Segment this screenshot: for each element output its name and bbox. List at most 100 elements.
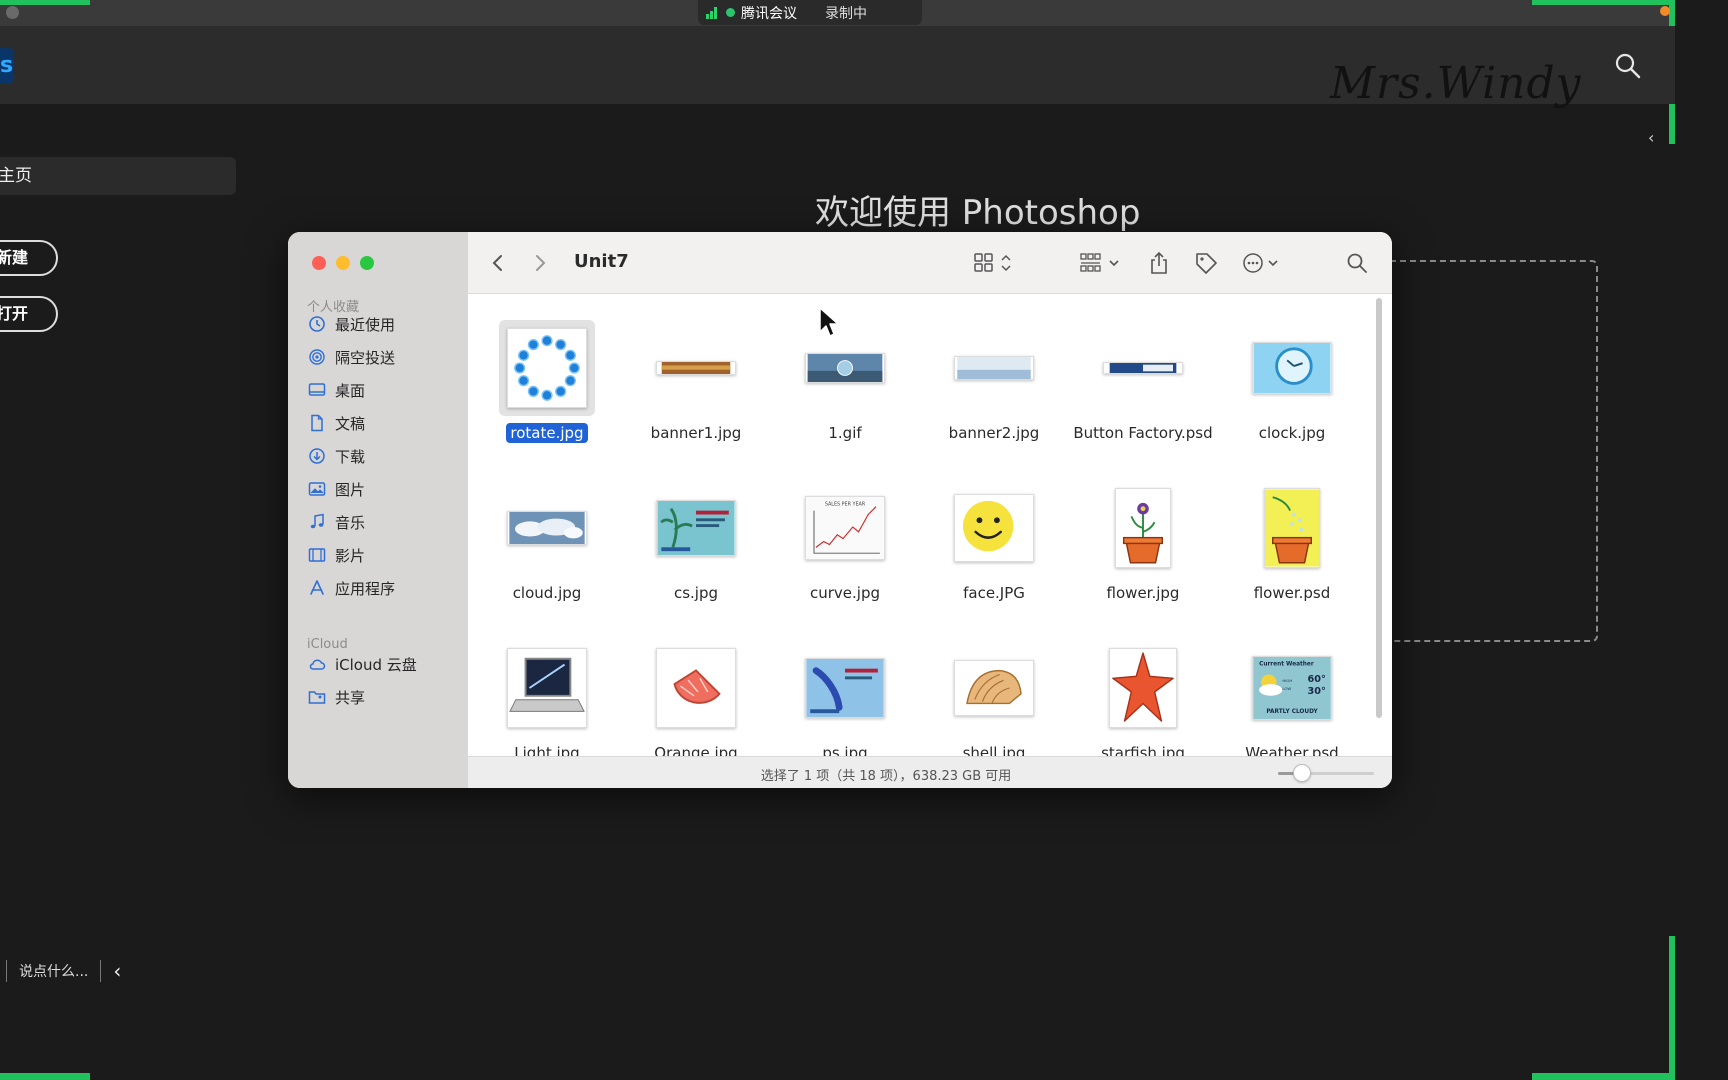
vertical-scrollbar[interactable]: [1376, 298, 1382, 718]
logo-letter: s: [0, 53, 14, 78]
chevron-left-icon[interactable]: ‹: [1648, 128, 1654, 147]
recording-border-top-left: [0, 0, 90, 5]
file-item[interactable]: Light.jpg: [472, 640, 622, 756]
file-item[interactable]: flower.jpg: [1068, 480, 1218, 630]
sidebar-item-desktop[interactable]: 桌面: [308, 378, 365, 402]
file-item[interactable]: banner1.jpg: [621, 320, 771, 470]
sidebar-item-movies[interactable]: 影片: [308, 543, 365, 567]
sidebar-item-label: 隔空投送: [335, 348, 396, 367]
shell-icon: [954, 660, 1034, 716]
tag-button[interactable]: [1194, 250, 1218, 276]
sidebar-item-label: 桌面: [335, 381, 366, 400]
folder-title: Unit7: [574, 251, 629, 272]
flower-pot-icon: [1264, 488, 1320, 568]
finder-window: 个人收藏 最近使用 隔空投送 桌面 文稿 下载 图片 音乐 影片 应用程序 iC…: [288, 232, 1392, 788]
desktop-icon: [308, 383, 326, 396]
airdrop-icon: [309, 349, 325, 365]
finder-search-button[interactable]: [1346, 250, 1368, 276]
file-item[interactable]: Current Weather HIGH LOW 60° 30° PARTLY CLOUD…: [1217, 640, 1367, 756]
sidebar-item-pictures[interactable]: 图片: [308, 477, 365, 501]
sidebar-item-music[interactable]: 音乐: [308, 510, 365, 534]
weather-high-text: 60°: [1308, 674, 1326, 685]
sidebar-item-home[interactable]: 主页: [0, 157, 236, 195]
mouse-pointer-icon: [819, 307, 839, 337]
forward-button[interactable]: [532, 250, 548, 276]
ps-thumbnail-icon: [805, 658, 885, 718]
file-item[interactable]: 1.gif: [770, 320, 920, 470]
close-window-button[interactable]: [312, 256, 326, 270]
file-item[interactable]: cs.jpg: [621, 480, 771, 630]
sidebar-item-icloud-drive[interactable]: iCloud 云盘: [308, 652, 417, 676]
meeting-status-pill[interactable]: 腾讯会议 录制中: [698, 0, 922, 25]
cloud-icon: [309, 659, 326, 670]
weather-high-label: HIGH: [1282, 678, 1292, 683]
sidebar-item-downloads[interactable]: 下载: [308, 444, 365, 468]
sidebar-item-documents[interactable]: 文稿: [308, 411, 365, 435]
recording-orange-dot: [1660, 6, 1670, 16]
file-item[interactable]: flower.psd: [1217, 480, 1367, 630]
file-name: clock.jpg: [1258, 424, 1326, 442]
file-item[interactable]: banner2.jpg: [919, 320, 1069, 470]
chat-placeholder[interactable]: 说点什么...: [19, 961, 88, 981]
banner-thumbnail-icon: [656, 361, 736, 375]
new-button[interactable]: 新建: [0, 240, 58, 276]
file-thumbnail: [1095, 320, 1191, 416]
tag-icon: [1196, 253, 1217, 274]
open-button-label: 打开: [0, 304, 28, 323]
file-item[interactable]: face.JPG: [919, 480, 1069, 630]
file-thumbnail: Current Weather HIGH LOW 60° 30° PARTLY CLOUD…: [1244, 640, 1340, 736]
shared-folder-icon: [308, 691, 326, 704]
green-status-dot-icon: [726, 8, 735, 17]
file-name: curve.jpg: [809, 584, 880, 602]
sidebar-item-applications[interactable]: 应用程序: [308, 576, 395, 600]
file-thumbnail: [946, 480, 1042, 576]
search-icon[interactable]: [1614, 52, 1642, 80]
chat-input-bar[interactable]: 说点什么... ‹: [0, 956, 121, 986]
file-drop-zone[interactable]: [1380, 260, 1598, 642]
new-button-label: 新建: [0, 248, 28, 267]
sidebar-item-recents[interactable]: 最近使用: [308, 312, 395, 336]
file-item[interactable]: shell.jpg: [919, 640, 1069, 756]
more-actions-button[interactable]: [1242, 250, 1282, 276]
file-name: banner2.jpg: [948, 424, 1040, 442]
sidebar-item-shared[interactable]: 共享: [308, 685, 365, 709]
file-name: shell.jpg: [962, 744, 1026, 756]
sidebar-item-label: 影片: [335, 546, 366, 565]
file-name: ps.jpg: [822, 744, 868, 756]
icloud-heading: iCloud: [307, 637, 348, 652]
file-name: Light.jpg: [514, 744, 580, 756]
sidebar-item-label: 下载: [335, 447, 366, 466]
file-item[interactable]: SALES PER YEAR curve.jpg: [770, 480, 920, 630]
open-button[interactable]: 打开: [0, 296, 58, 332]
home-label: 主页: [0, 166, 32, 186]
group-button[interactable]: [1080, 250, 1124, 276]
file-name: cs.jpg: [673, 584, 719, 602]
file-item[interactable]: Orange.jpg: [621, 640, 771, 756]
file-item[interactable]: starfish.jpg: [1068, 640, 1218, 756]
minimize-window-button[interactable]: [336, 256, 350, 270]
file-item[interactable]: clock.jpg: [1217, 320, 1367, 470]
file-name: flower.psd: [1253, 584, 1331, 602]
file-name: rotate.jpg: [472, 423, 622, 443]
file-thumbnail: [499, 320, 595, 416]
view-mode-button[interactable]: [974, 250, 1014, 276]
music-icon: [310, 513, 324, 529]
meeting-app-name: 腾讯会议: [741, 5, 797, 22]
file-item[interactable]: Button Factory.psd: [1068, 320, 1218, 470]
back-button[interactable]: [490, 250, 506, 276]
file-item[interactable]: ps.jpg: [770, 640, 920, 756]
file-thumbnail: [797, 640, 893, 736]
zoom-window-button[interactable]: [360, 256, 374, 270]
file-item[interactable]: rotate.jpg: [472, 320, 622, 470]
chevron-left-icon[interactable]: ‹: [113, 959, 121, 983]
file-name: Orange.jpg: [654, 744, 738, 756]
icon-size-slider-knob[interactable]: [1293, 764, 1311, 782]
weather-low-text: 30°: [1308, 686, 1326, 697]
file-item[interactable]: cloud.jpg: [472, 480, 622, 630]
sidebar-item-airdrop[interactable]: 隔空投送: [308, 345, 395, 369]
recording-border-right-bottom: [1669, 936, 1675, 1080]
file-thumbnail: [648, 640, 744, 736]
meeting-top-bar: otoshop 腾讯会议 录制中: [0, 0, 1675, 26]
share-button[interactable]: [1148, 250, 1170, 276]
weather-condition-text: PARTLY CLOUDY: [1266, 709, 1318, 715]
